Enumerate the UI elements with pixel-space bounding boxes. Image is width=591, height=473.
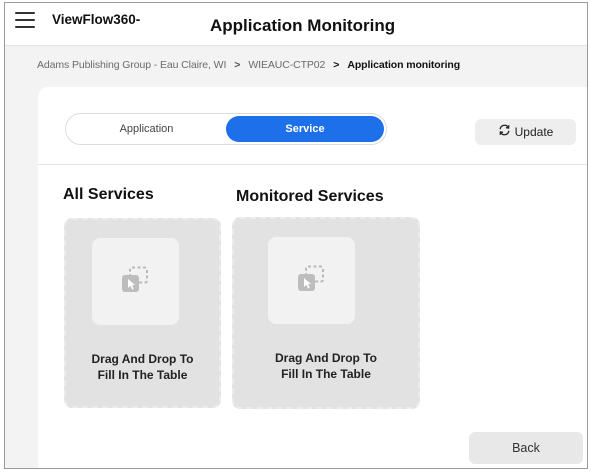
- breadcrumb-separator-icon: >: [234, 59, 241, 71]
- drop-hint-line: Drag And Drop To: [275, 351, 377, 365]
- hamburger-menu-icon[interactable]: [15, 12, 35, 29]
- all-services-dropzone[interactable]: Drag And Drop To Fill In The Table: [64, 218, 221, 408]
- breadcrumb: Adams Publishing Group - Eau Claire, WI >…: [37, 59, 460, 71]
- back-button[interactable]: Back: [469, 432, 583, 464]
- drop-placeholder-tile: [92, 238, 179, 325]
- drag-drop-icon: [298, 265, 324, 291]
- divider: [38, 164, 587, 165]
- page-title: Application Monitoring: [210, 16, 396, 35]
- monitored-services-dropzone[interactable]: Drag And Drop To Fill In The Table: [232, 217, 420, 409]
- update-label: Update: [514, 125, 554, 139]
- breadcrumb-separator-icon: >: [333, 59, 340, 71]
- refresh-icon: [498, 119, 511, 145]
- monitored-services-title: Monitored Services: [236, 188, 384, 205]
- top-bar: ViewFlow360- Application Monitoring: [5, 3, 587, 46]
- drop-placeholder-tile: [268, 237, 355, 324]
- main-panel: Application Service Update All Services …: [38, 87, 587, 468]
- all-services-title: All Services: [63, 186, 154, 203]
- brand-name: ViewFlow360-: [52, 12, 141, 27]
- monitored-services-drop-hint: Drag And Drop To Fill In The Table: [234, 350, 418, 382]
- app-window: ViewFlow360- Application Monitoring Adam…: [4, 2, 588, 469]
- breadcrumb-item-device[interactable]: WIEAUC-CTP02: [248, 59, 325, 71]
- update-button[interactable]: Update: [475, 119, 576, 145]
- drop-hint-line: Drag And Drop To: [91, 352, 194, 366]
- toggle-application[interactable]: Application: [68, 116, 225, 142]
- breadcrumb-item-organization[interactable]: Adams Publishing Group - Eau Claire, WI: [37, 59, 226, 71]
- all-services-drop-hint: Drag And Drop To Fill In The Table: [66, 351, 219, 383]
- breadcrumb-item-current: Application monitoring: [347, 59, 461, 71]
- drop-hint-line: Fill In The Table: [281, 367, 371, 381]
- drag-drop-icon: [122, 266, 148, 292]
- drop-hint-line: Fill In The Table: [97, 368, 188, 382]
- view-toggle: Application Service: [65, 113, 387, 145]
- toggle-service[interactable]: Service: [226, 116, 384, 142]
